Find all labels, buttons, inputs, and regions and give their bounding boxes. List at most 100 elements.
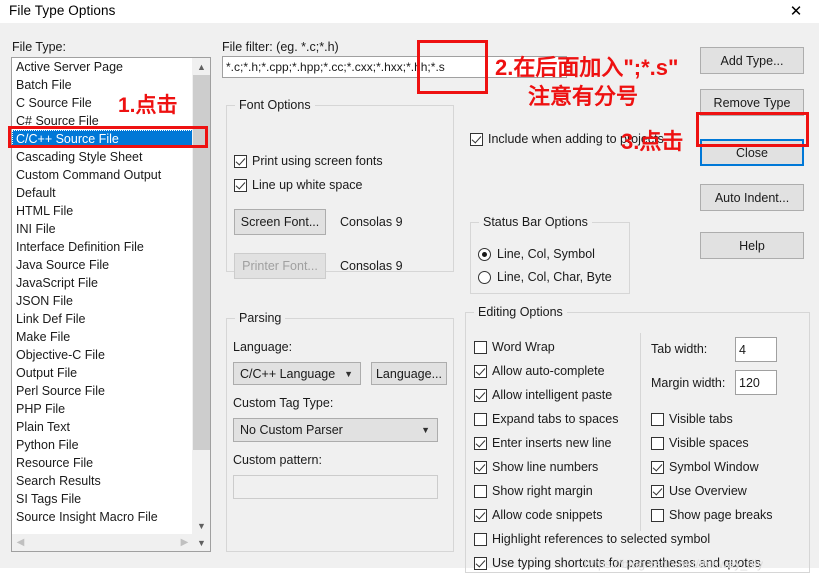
list-item[interactable]: C/C++ Source File [12,130,193,148]
allow-intelligent-paste-checkbox[interactable]: Allow intelligent paste [474,388,612,402]
list-item[interactable]: Make File [12,328,193,346]
checkbox-icon [651,484,664,498]
editing-options-divider [640,333,641,531]
title-bar: File Type Options ✕ [0,0,819,23]
checkbox-label: Print using screen fonts [252,154,383,168]
auto-indent-button[interactable]: Auto Indent... [700,184,804,211]
visible-tabs-checkbox[interactable]: Visible tabs [651,412,733,426]
list-item[interactable]: Link Def File [12,310,193,328]
list-item[interactable]: Active Server Page [12,58,193,76]
show-line-numbers-checkbox[interactable]: Show line numbers [474,460,598,474]
scrollbar-corner-chevron-down-icon[interactable]: ▼ [193,534,210,551]
radio-label: Line, Col, Char, Byte [497,270,612,284]
language-label: Language: [233,340,293,354]
file-type-horizontal-scrollbar[interactable]: ◀ ▶ [12,534,193,551]
checkbox-label: Word Wrap [492,340,555,354]
list-item[interactable]: SI Tags File [12,490,193,508]
list-item[interactable]: Source Insight Macro File [12,508,193,526]
checkbox-icon [474,532,487,546]
chevron-left-icon[interactable]: ◀ [12,534,29,551]
remove-type-button[interactable]: Remove Type [700,89,804,116]
enter-inserts-new-line-checkbox[interactable]: Enter inserts new line [474,436,612,450]
list-item[interactable]: Default [12,184,193,202]
file-type-label: File Type: [12,40,66,54]
checkbox-icon [234,154,247,168]
list-item[interactable]: C Source File [12,94,193,112]
list-item[interactable]: JSON File [12,292,193,310]
checkbox-icon [474,412,487,426]
list-item[interactable]: Batch File [12,76,193,94]
list-item[interactable]: JavaScript File [12,274,193,292]
list-item[interactable]: Java Source File [12,256,193,274]
vertical-scrollbar-thumb[interactable] [193,75,210,450]
visible-spaces-checkbox[interactable]: Visible spaces [651,436,749,450]
show-right-margin-checkbox[interactable]: Show right margin [474,484,593,498]
radio-label: Line, Col, Symbol [497,247,595,261]
checkbox-label: Use Overview [669,484,747,498]
checkbox-label: Include when adding to projects [488,132,664,146]
word-wrap-checkbox[interactable]: Word Wrap [474,340,555,354]
file-type-listbox[interactable]: Active Server Page Batch File C Source Fil… [11,57,211,552]
checkbox-label: Visible spaces [669,436,749,450]
checkbox-label: Show right margin [492,484,593,498]
highlight-references-checkbox[interactable]: Highlight references to selected symbol [474,532,710,546]
list-item[interactable]: Custom Command Output [12,166,193,184]
include-when-adding-to-projects-checkbox[interactable]: Include when adding to projects [470,132,664,146]
list-item[interactable]: Plain Text [12,418,193,436]
list-item[interactable]: Perl Source File [12,382,193,400]
list-item[interactable]: Resource File [12,454,193,472]
list-item[interactable]: Interface Definition File [12,238,193,256]
tab-width-input[interactable] [735,337,777,362]
list-item[interactable]: Cascading Style Sheet [12,148,193,166]
print-using-screen-fonts-checkbox[interactable]: Print using screen fonts [234,154,383,168]
file-filter-input[interactable] [222,56,567,78]
screen-font-button[interactable]: Screen Font... [234,209,326,235]
custom-pattern-label: Custom pattern: [233,453,322,467]
use-overview-checkbox[interactable]: Use Overview [651,484,747,498]
chevron-up-icon[interactable]: ▲ [193,58,210,75]
radio-icon [478,270,491,284]
file-type-vertical-scrollbar[interactable]: ▲ ▼ [192,58,210,534]
checkbox-label: Visible tabs [669,412,733,426]
close-button[interactable]: Close [700,139,804,166]
status-bar-line-col-char-byte-radio[interactable]: Line, Col, Char, Byte [478,270,612,284]
list-item[interactable]: Python File [12,436,193,454]
custom-tag-type-select[interactable]: No Custom Parser ▼ [233,418,438,442]
list-item[interactable]: C# Source File [12,112,193,130]
language-button[interactable]: Language... [371,362,447,385]
status-bar-line-col-symbol-radio[interactable]: Line, Col, Symbol [478,247,595,261]
help-button[interactable]: Help [700,232,804,259]
expand-tabs-to-spaces-checkbox[interactable]: Expand tabs to spaces [474,412,618,426]
editing-options-title: Editing Options [474,305,567,319]
allow-auto-complete-checkbox[interactable]: Allow auto-complete [474,364,605,378]
line-up-white-space-checkbox[interactable]: Line up white space [234,178,363,192]
custom-pattern-input[interactable] [233,475,438,499]
custom-tag-type-label: Custom Tag Type: [233,396,334,410]
list-item[interactable]: INI File [12,220,193,238]
printer-font-button[interactable]: Printer Font... [234,253,326,279]
allow-code-snippets-checkbox[interactable]: Allow code snippets [474,508,602,522]
symbol-window-checkbox[interactable]: Symbol Window [651,460,759,474]
list-item[interactable]: Search Results [12,472,193,490]
checkbox-label: Expand tabs to spaces [492,412,619,426]
close-x-icon[interactable]: ✕ [773,0,819,23]
chevron-right-icon[interactable]: ▶ [176,534,193,551]
checkbox-label: Show page breaks [669,508,773,522]
checkbox-label: Enter inserts new line [492,436,612,450]
add-type-button[interactable]: Add Type... [700,47,804,74]
checkbox-icon [651,460,664,474]
list-item[interactable]: HTML File [12,202,193,220]
checkbox-label: Line up white space [252,178,363,192]
list-item[interactable]: Objective-C File [12,346,193,364]
chevron-down-icon[interactable]: ▼ [193,517,210,534]
checkbox-label: Highlight references to selected symbol [492,532,711,546]
file-type-list-items: Active Server Page Batch File C Source Fil… [12,58,193,534]
custom-tag-type-value: No Custom Parser [240,423,343,437]
list-item[interactable]: Output File [12,364,193,382]
checkbox-icon [474,508,487,522]
checkbox-icon [470,132,483,146]
language-select[interactable]: C/C++ Language ▼ [233,362,361,385]
show-page-breaks-checkbox[interactable]: Show page breaks [651,508,773,522]
margin-width-input[interactable] [735,370,777,395]
list-item[interactable]: PHP File [12,400,193,418]
